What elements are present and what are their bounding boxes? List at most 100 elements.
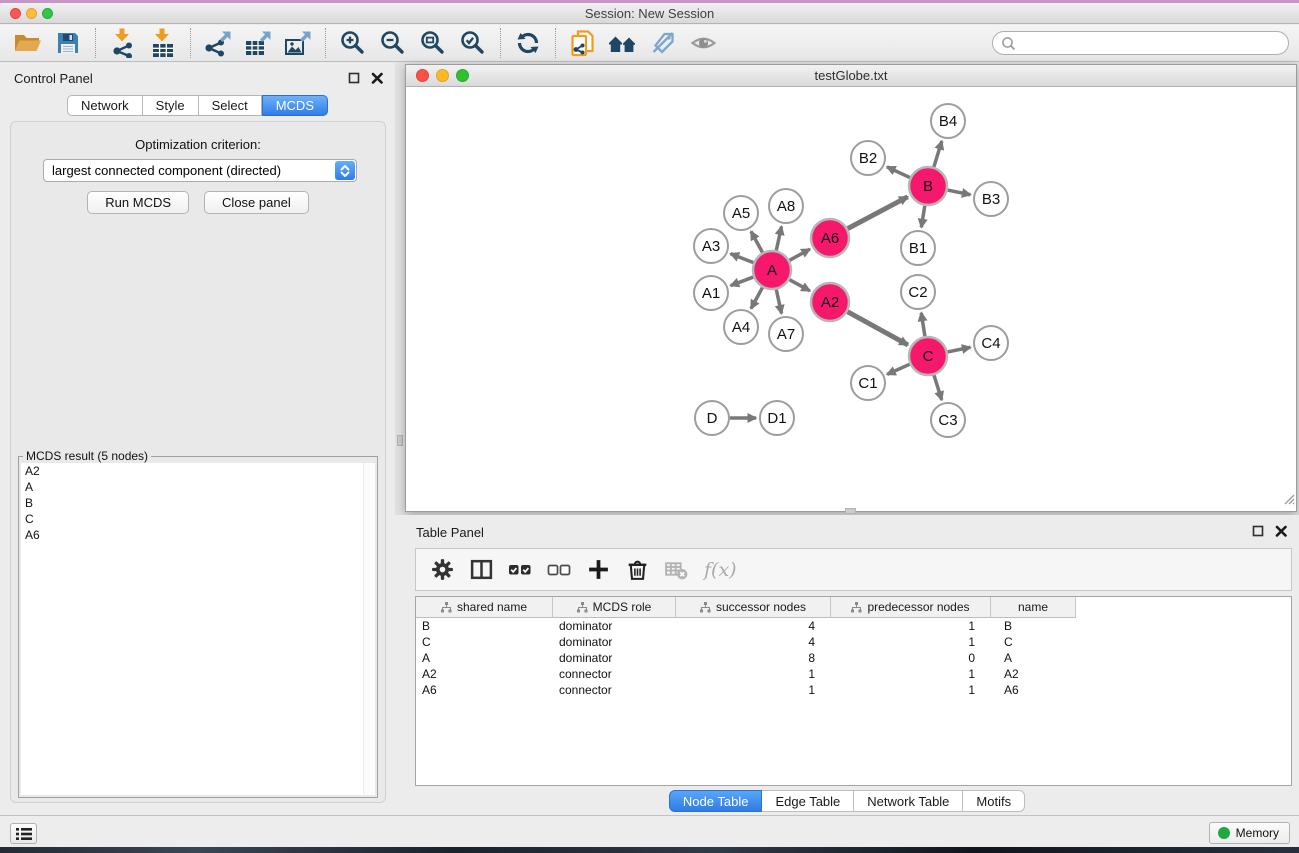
graph-node[interactable]: B2 [851, 141, 885, 175]
zoom-selected-icon[interactable] [455, 27, 491, 59]
close-table-panel-icon[interactable] [1275, 525, 1287, 537]
table-cell[interactable]: A2 [416, 667, 553, 681]
table-cell[interactable]: C [416, 635, 553, 649]
tab-mcds[interactable]: MCDS [262, 95, 328, 116]
graph-node[interactable]: C1 [851, 366, 885, 400]
column-header[interactable]: shared name [416, 597, 553, 618]
mcds-result-item[interactable]: A [21, 479, 375, 495]
graph-edge[interactable] [776, 227, 781, 251]
unselect-all-columns-icon[interactable] [546, 557, 572, 583]
save-session-icon[interactable] [50, 27, 86, 59]
graph-edge[interactable] [934, 375, 942, 400]
toggle-label-visibility-icon[interactable] [645, 27, 681, 59]
criterion-select[interactable]: largest connected component (directed) [43, 159, 357, 182]
column-header[interactable]: successor nodes [676, 597, 831, 618]
graph-edge[interactable] [848, 312, 908, 345]
graph-node[interactable]: A4 [724, 310, 758, 344]
graph-node[interactable]: A6 [811, 219, 849, 257]
graph-edge[interactable] [934, 141, 942, 167]
mcds-result-item[interactable]: C [21, 511, 375, 527]
table-cell[interactable]: 1 [831, 619, 991, 633]
mcds-result-item[interactable]: A6 [21, 527, 375, 543]
tab-edge-table[interactable]: Edge Table [762, 790, 854, 812]
graph-edge[interactable] [921, 313, 925, 336]
graph-edge[interactable] [751, 231, 762, 252]
graph-edge[interactable] [887, 364, 910, 374]
network-window-titlebar[interactable]: testGlobe.txt [406, 65, 1296, 87]
run-mcds-button[interactable]: Run MCDS [87, 191, 189, 214]
import-table-icon[interactable] [145, 27, 181, 59]
column-header[interactable]: predecessor nodes [831, 597, 991, 618]
table-row[interactable]: Cdominator41C [416, 634, 1291, 650]
graph-node[interactable]: D [695, 401, 729, 435]
float-panel-icon[interactable] [348, 72, 360, 84]
table-cell[interactable]: 0 [831, 651, 991, 665]
close-panel-icon[interactable] [371, 72, 383, 84]
settings-gear-icon[interactable] [429, 557, 455, 583]
tab-select[interactable]: Select [199, 95, 262, 116]
tab-network-table[interactable]: Network Table [854, 790, 963, 812]
network-close-button[interactable] [416, 69, 429, 82]
tab-network[interactable]: Network [67, 95, 143, 116]
table-cell[interactable]: dominator [553, 651, 676, 665]
table-cell[interactable]: connector [553, 683, 676, 697]
table-row[interactable]: A2connector11A2 [416, 666, 1291, 682]
tab-node-table[interactable]: Node Table [669, 790, 763, 812]
table-cell[interactable]: A2 [991, 667, 1076, 681]
table-row[interactable]: Adominator80A [416, 650, 1291, 666]
result-scrollbar[interactable] [363, 463, 375, 795]
table-row[interactable]: Bdominator41B [416, 618, 1291, 634]
table-cell[interactable]: 1 [676, 683, 831, 697]
add-column-icon[interactable] [585, 557, 611, 583]
graph-edge[interactable] [731, 277, 754, 286]
graph-edge[interactable] [790, 280, 810, 291]
search-box[interactable] [992, 31, 1289, 55]
network-zoom-button[interactable] [456, 69, 469, 82]
search-input[interactable] [1021, 35, 1288, 52]
delete-column-icon[interactable] [624, 557, 650, 583]
graph-edge[interactable] [848, 197, 908, 229]
graph-node[interactable]: B4 [931, 104, 965, 138]
graph-node[interactable]: A3 [694, 229, 728, 263]
select-all-columns-icon[interactable] [507, 557, 533, 583]
table-cell[interactable]: A [991, 651, 1076, 665]
table-cell[interactable]: 4 [676, 635, 831, 649]
table-cell[interactable]: 1 [831, 667, 991, 681]
table-cell[interactable]: 1 [831, 635, 991, 649]
table-cell[interactable]: dominator [553, 635, 676, 649]
table-cell[interactable]: B [416, 619, 553, 633]
export-image-icon[interactable] [280, 27, 316, 59]
refresh-icon[interactable] [510, 27, 546, 59]
graph-edge[interactable] [948, 190, 971, 195]
graph-edge[interactable] [887, 167, 910, 178]
graph-edge[interactable] [948, 347, 971, 352]
export-network-icon[interactable] [200, 27, 236, 59]
network-minimize-button[interactable] [436, 69, 449, 82]
import-network-icon[interactable] [105, 27, 141, 59]
graph-node[interactable]: C3 [931, 403, 965, 437]
split-panel-icon[interactable] [468, 557, 494, 583]
graph-node[interactable]: D1 [760, 401, 794, 435]
graph-edge[interactable] [790, 249, 810, 260]
new-network-from-selection-icon[interactable] [565, 27, 601, 59]
graph-node[interactable]: A [753, 251, 791, 289]
column-header[interactable]: name [991, 597, 1076, 618]
graph-node[interactable]: B3 [974, 182, 1008, 216]
resize-grip[interactable] [1282, 492, 1295, 510]
tab-motifs[interactable]: Motifs [963, 790, 1025, 812]
table-cell[interactable]: dominator [553, 619, 676, 633]
memory-button[interactable]: Memory [1209, 822, 1290, 844]
graph-node[interactable]: A7 [769, 317, 803, 351]
table-cell[interactable]: 8 [676, 651, 831, 665]
mcds-result-item[interactable]: A2 [21, 463, 375, 479]
graph-edge[interactable] [751, 288, 762, 309]
graph-edge[interactable] [776, 290, 781, 314]
open-file-icon[interactable] [10, 27, 46, 59]
task-history-button[interactable] [10, 823, 37, 844]
graph-node[interactable]: C2 [901, 275, 935, 309]
close-panel-button[interactable]: Close panel [204, 191, 309, 214]
table-cell[interactable]: 1 [831, 683, 991, 697]
table-cell[interactable]: connector [553, 667, 676, 681]
zoom-fit-icon[interactable] [415, 27, 451, 59]
graph-edge[interactable] [731, 254, 754, 263]
